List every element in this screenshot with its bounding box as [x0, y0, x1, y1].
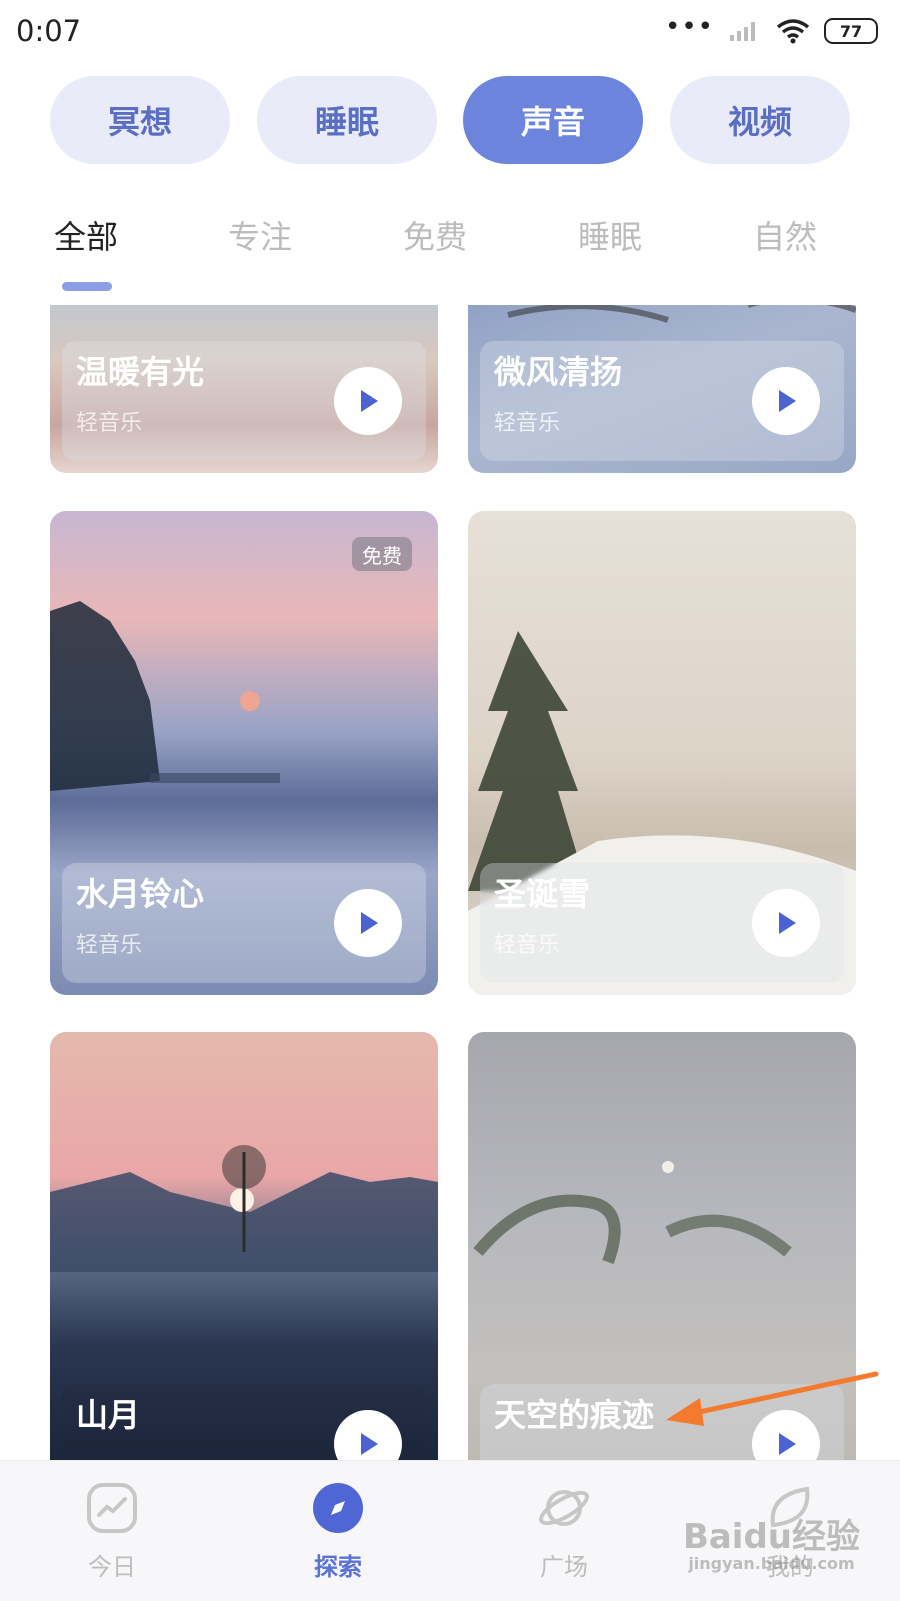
bottom-nav: 今日 探索 广场 我的 Baidu经验 jingyan.baidu.com — [0, 1460, 900, 1601]
sound-card[interactable]: 免费 水月铃心 轻音乐 — [50, 511, 438, 995]
tab-nature[interactable]: 自然 — [753, 212, 817, 258]
category-pills: 冥想 睡眠 声音 视频 — [50, 76, 850, 164]
card-subtitle: 轻音乐 — [76, 411, 143, 436]
play-button[interactable] — [752, 889, 820, 957]
watermark-sub: jingyan.baidu.com — [688, 1554, 855, 1573]
card-title: 温暖有光 — [76, 353, 205, 391]
free-badge: 免费 — [352, 537, 412, 571]
card-subtitle: 轻音乐 — [494, 411, 561, 436]
status-icons: ••• 77 — [664, 12, 878, 46]
play-button[interactable] — [752, 367, 820, 435]
tab-focus[interactable]: 专注 — [228, 212, 292, 258]
play-button[interactable] — [334, 889, 402, 957]
pill-meditation[interactable]: 冥想 — [50, 76, 230, 164]
play-icon — [361, 1433, 378, 1455]
compass-icon — [313, 1483, 363, 1533]
nav-explore[interactable]: 探索 — [278, 1481, 398, 1582]
status-time: 0:07 — [16, 14, 82, 48]
pill-sleep[interactable]: 睡眠 — [257, 76, 437, 164]
tab-indicator — [62, 282, 112, 291]
signal-icon — [730, 22, 755, 41]
status-bar: 0:07 ••• 77 — [0, 0, 900, 60]
more-dots-icon: ••• — [664, 12, 714, 42]
planet-icon — [539, 1490, 589, 1526]
watermark: Baidu经验 jingyan.baidu.com — [683, 1509, 860, 1573]
nav-label: 今日 — [88, 1553, 136, 1581]
nav-today[interactable]: 今日 — [52, 1481, 172, 1582]
sound-card[interactable]: 山月 — [50, 1032, 438, 1460]
sound-card[interactable]: 微风清扬 轻音乐 — [468, 305, 856, 473]
card-title: 圣诞雪 — [494, 875, 591, 913]
card-title: 天空的痕迹 — [494, 1396, 655, 1434]
play-icon — [779, 390, 796, 412]
card-title: 山月 — [76, 1396, 141, 1434]
play-icon — [779, 1433, 796, 1455]
sound-grid: 温暖有光 轻音乐 微风清扬 轻音乐 免费 水月铃心 轻音乐 圣诞雪 轻音乐 山月… — [0, 305, 900, 1460]
nav-square[interactable]: 广场 — [504, 1481, 624, 1582]
tab-sleep[interactable]: 睡眠 — [578, 212, 642, 258]
card-title: 微风清扬 — [494, 353, 623, 391]
play-icon — [361, 912, 378, 934]
watermark-text: Baidu经验 — [682, 1517, 860, 1557]
trend-chart-icon — [87, 1483, 137, 1533]
card-title: 水月铃心 — [76, 875, 205, 913]
tab-all[interactable]: 全部 — [54, 212, 118, 258]
nav-label: 广场 — [540, 1553, 588, 1581]
card-subtitle: 轻音乐 — [76, 933, 143, 958]
annotation-arrow-icon — [666, 1371, 879, 1426]
tab-free[interactable]: 免费 — [403, 212, 467, 258]
nav-label: 探索 — [314, 1553, 362, 1581]
wifi-icon — [776, 19, 810, 44]
sound-card[interactable]: 温暖有光 轻音乐 — [50, 305, 438, 473]
pill-video[interactable]: 视频 — [670, 76, 850, 164]
sound-card[interactable]: 圣诞雪 轻音乐 — [468, 511, 856, 995]
pill-sound[interactable]: 声音 — [463, 76, 643, 164]
play-icon — [361, 390, 378, 412]
play-icon — [779, 912, 796, 934]
filter-tabs: 全部 专注 免费 睡眠 自然 — [0, 212, 900, 272]
card-subtitle: 轻音乐 — [494, 933, 561, 958]
battery-icon: 77 — [824, 18, 878, 44]
play-button[interactable] — [334, 367, 402, 435]
